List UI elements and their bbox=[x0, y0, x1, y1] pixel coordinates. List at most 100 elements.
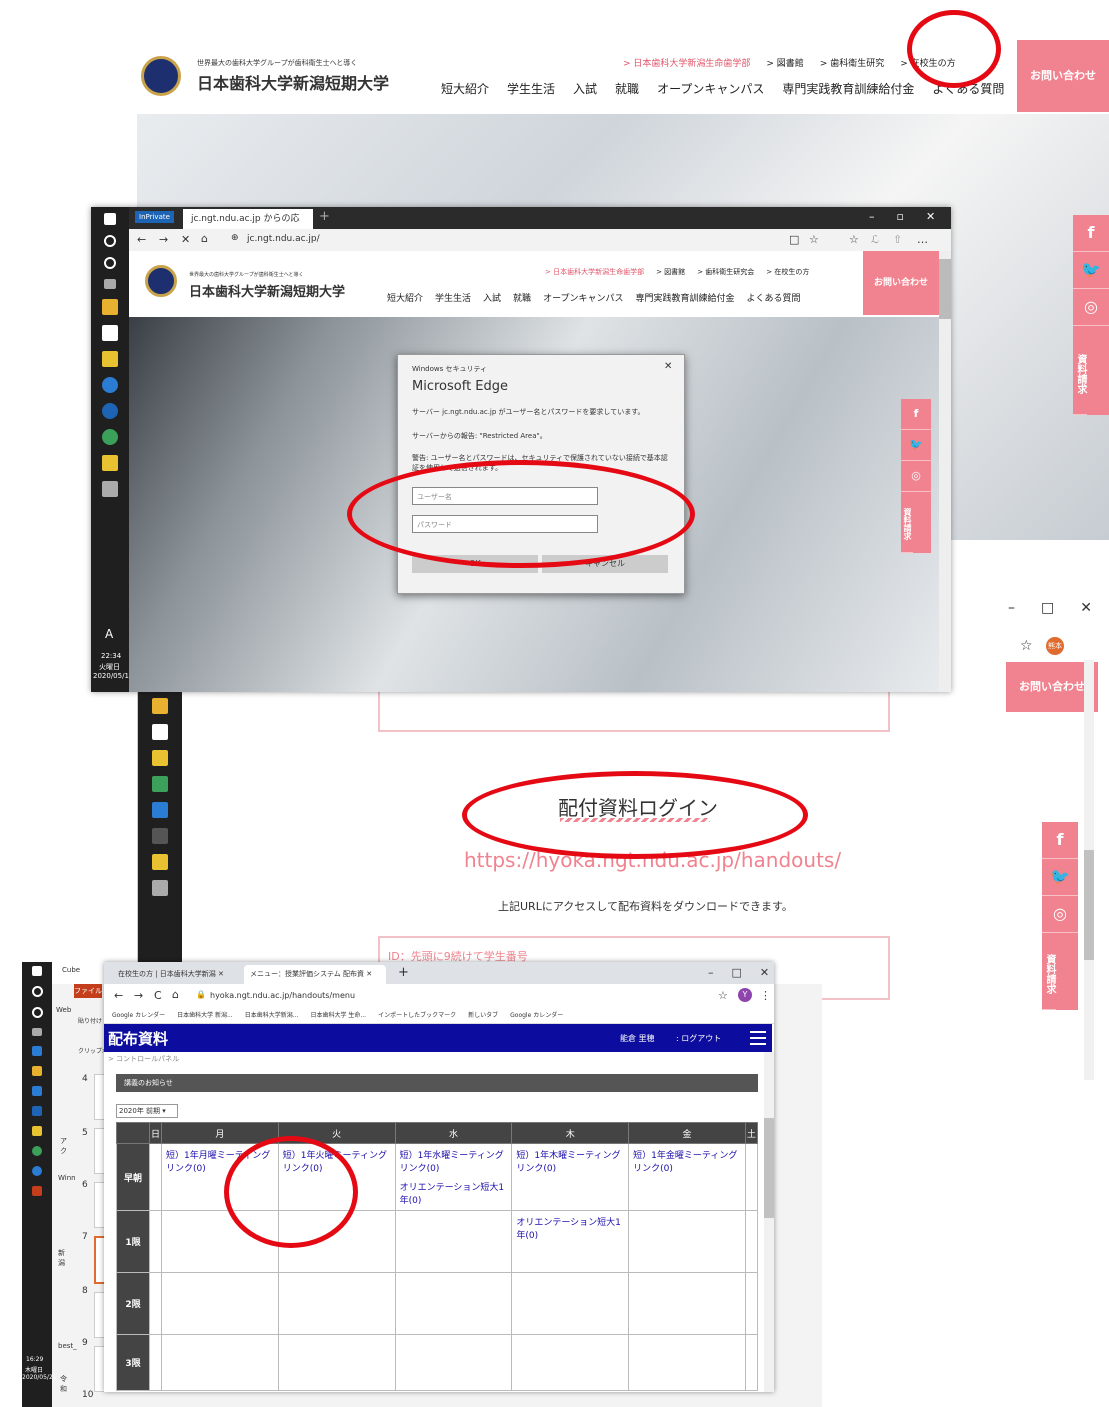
meeting-link-wed[interactable]: 短）1年水曜ミーティングリンク(0) bbox=[400, 1148, 508, 1174]
search-icon[interactable] bbox=[104, 235, 116, 247]
bookmark-item[interactable]: 新しいタブ bbox=[468, 1008, 498, 1023]
back-icon[interactable]: ← bbox=[114, 989, 123, 1002]
link-library[interactable]: > 図書館 bbox=[656, 267, 685, 277]
tab-close-icon[interactable]: ✕ bbox=[366, 970, 372, 978]
tab-current-students[interactable]: 在校生の方 | 日本歯科大学新潟 ✕ bbox=[112, 965, 236, 984]
new-tab-button[interactable]: + bbox=[319, 209, 330, 224]
nav-career[interactable]: 就職 bbox=[513, 291, 531, 304]
bookmark-item[interactable]: 日本歯科大学 新潟... bbox=[177, 1008, 233, 1023]
request-materials-button[interactable]: 資料請求 bbox=[1042, 933, 1056, 1010]
nav-admission[interactable]: 入試 bbox=[483, 291, 501, 304]
facebook-icon[interactable]: f bbox=[901, 399, 931, 430]
nav-faq[interactable]: よくある質問 bbox=[747, 291, 801, 304]
link-research[interactable]: > 歯科衛生研究会 bbox=[697, 267, 754, 277]
bookmark-item[interactable]: インポートしたブックマーク bbox=[378, 1008, 456, 1023]
forward-icon[interactable]: → bbox=[159, 233, 168, 246]
breadcrumb[interactable]: > コントロールパネル bbox=[108, 1054, 179, 1064]
orientation-link-thu[interactable]: オリエンテーション短大1年(0) bbox=[516, 1218, 621, 1241]
profile-avatar[interactable]: 熊本 bbox=[1046, 637, 1064, 655]
link-dental-school[interactable]: > 日本歯科大学新潟生命歯学部 bbox=[545, 267, 644, 277]
nav-open-campus[interactable]: オープンキャンパス bbox=[543, 291, 623, 304]
bookmark-star-icon[interactable]: ☆ bbox=[718, 989, 728, 1002]
address-bar[interactable]: hyoka.ngt.ndu.ac.jp/handouts/menu bbox=[210, 991, 355, 1000]
tab-close-icon[interactable]: ✕ bbox=[218, 970, 224, 978]
instagram-icon[interactable]: ◎ bbox=[1073, 289, 1109, 326]
maximize-button[interactable]: □ bbox=[1041, 600, 1054, 616]
new-tab-button[interactable]: + bbox=[398, 965, 409, 980]
back-icon[interactable]: ← bbox=[137, 233, 146, 246]
orientation-link-wed[interactable]: オリエンテーション短大1年(0) bbox=[400, 1180, 508, 1206]
minimize-button[interactable]: – bbox=[708, 966, 714, 979]
dialog-close-button[interactable]: ✕ bbox=[664, 361, 672, 372]
meeting-link-fri[interactable]: 短）1年金曜ミーティングリンク(0) bbox=[633, 1151, 737, 1174]
chrome-icon[interactable] bbox=[102, 429, 118, 445]
nav-subsidy[interactable]: 専門実践教育訓練給付金 bbox=[636, 291, 735, 304]
close-button[interactable]: ✕ bbox=[760, 966, 769, 979]
close-button[interactable]: ✕ bbox=[926, 210, 935, 223]
task-view-icon[interactable] bbox=[104, 279, 116, 289]
link-research[interactable]: > 歯科衛生研究 bbox=[820, 56, 884, 69]
slide-number[interactable]: 5 bbox=[82, 1128, 88, 1138]
instagram-icon[interactable]: ◎ bbox=[1042, 896, 1078, 933]
bookmark-item[interactable]: 日本歯科大学新潟... bbox=[245, 1008, 299, 1023]
edge-icon[interactable] bbox=[102, 377, 118, 393]
slide-number[interactable]: 9 bbox=[82, 1338, 88, 1348]
slide-number[interactable]: 7 bbox=[82, 1232, 88, 1242]
link-dental-school[interactable]: > 日本歯科大学新潟生命歯学部 bbox=[623, 56, 750, 69]
nav-subsidy[interactable]: 専門実践教育訓練給付金 bbox=[782, 80, 914, 97]
maximize-button[interactable]: □ bbox=[732, 966, 742, 979]
more-icon[interactable]: … bbox=[917, 233, 928, 246]
link-library[interactable]: > 図書館 bbox=[766, 56, 803, 69]
edge-scrollbar[interactable] bbox=[939, 251, 951, 692]
contact-button[interactable]: お問い合わせ bbox=[1017, 40, 1109, 112]
slide-number[interactable]: 6 bbox=[82, 1180, 88, 1190]
twitter-icon[interactable]: 🐦 bbox=[1042, 859, 1078, 896]
facebook-icon[interactable]: f bbox=[1042, 822, 1078, 859]
more-icon[interactable]: ⋮ bbox=[760, 989, 771, 1002]
slide-number[interactable]: 8 bbox=[82, 1286, 88, 1296]
term-select[interactable]: 2020年 前期 ▾ bbox=[116, 1104, 178, 1118]
page-scrollbar[interactable] bbox=[764, 1052, 774, 1392]
notes-icon[interactable]: ℒ bbox=[871, 233, 879, 246]
reload-icon[interactable]: C bbox=[154, 989, 162, 1002]
close-button[interactable]: ✕ bbox=[1080, 600, 1092, 616]
bookmark-item[interactable]: 日本歯科大学 生命... bbox=[310, 1008, 366, 1023]
maximize-button[interactable]: ▫ bbox=[897, 210, 904, 223]
nav-admission[interactable]: 入試 bbox=[573, 80, 597, 97]
twitter-icon[interactable]: 🐦 bbox=[1073, 252, 1109, 289]
site-name[interactable]: 日本歯科大学新潟短期大学 bbox=[197, 70, 389, 94]
profile-avatar[interactable]: Y bbox=[738, 988, 752, 1002]
edge-site-name[interactable]: 日本歯科大学新潟短期大学 bbox=[189, 281, 345, 300]
hamburger-menu-icon[interactable] bbox=[750, 1031, 766, 1045]
request-materials-button[interactable]: 資料請求 bbox=[1073, 326, 1087, 415]
request-materials-button[interactable]: 資料請求 bbox=[901, 492, 913, 553]
nav-about[interactable]: 短大紹介 bbox=[441, 80, 489, 97]
home-icon[interactable]: ⌂ bbox=[172, 988, 179, 1001]
cortana-icon[interactable] bbox=[104, 257, 116, 269]
address-bar[interactable]: jc.ngt.ndu.ac.jp/ bbox=[247, 234, 320, 244]
meeting-link-thu[interactable]: 短）1年木曜ミーティングリンク(0) bbox=[516, 1151, 620, 1174]
scrollbar[interactable] bbox=[1084, 660, 1094, 1080]
instagram-icon[interactable]: ◎ bbox=[901, 461, 931, 492]
logout-link[interactable]: : ログアウト bbox=[676, 1033, 721, 1044]
slide-number[interactable]: 10 bbox=[82, 1390, 93, 1400]
bookmark-item[interactable]: Google カレンダー bbox=[510, 1008, 563, 1023]
share-icon[interactable]: ⇧ bbox=[893, 233, 902, 246]
home-icon[interactable]: ⌂ bbox=[201, 232, 208, 245]
edge-contact-button[interactable]: お問い合わせ bbox=[863, 251, 939, 315]
stop-icon[interactable]: ✕ bbox=[181, 233, 190, 246]
facebook-icon[interactable]: f bbox=[1073, 215, 1109, 252]
minimize-button[interactable]: – bbox=[1008, 600, 1015, 616]
bookmark-item[interactable]: Google カレンダー bbox=[112, 1008, 165, 1023]
forward-icon[interactable]: → bbox=[134, 989, 143, 1002]
edge-active-icon[interactable] bbox=[102, 403, 118, 419]
reading-view-icon[interactable]: □ bbox=[789, 233, 799, 246]
windows-icon[interactable] bbox=[104, 213, 116, 225]
nav-student-life[interactable]: 学生生活 bbox=[435, 291, 471, 304]
favorites-hub-icon[interactable]: ☆ bbox=[849, 233, 859, 246]
ppt-paste[interactable]: 貼り付け bbox=[78, 1016, 102, 1025]
taskbar-lang[interactable]: A bbox=[105, 627, 113, 641]
bookmark-star-icon[interactable]: ☆ bbox=[1020, 638, 1033, 654]
nav-student-life[interactable]: 学生生活 bbox=[507, 80, 555, 97]
tab-handouts-menu[interactable]: メニュー：授業評価システム 配布資 ✕ bbox=[244, 965, 386, 984]
